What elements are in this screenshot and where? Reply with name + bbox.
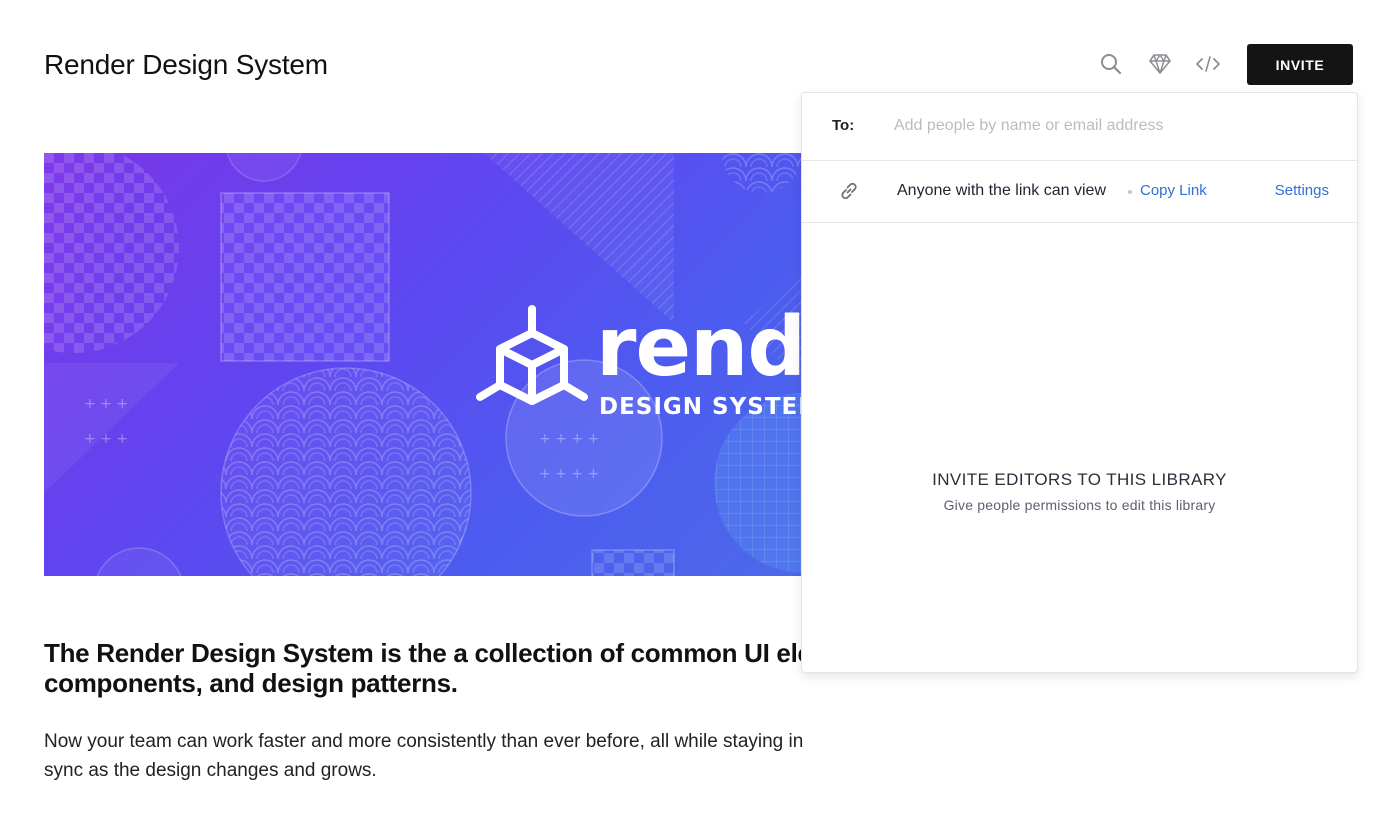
invite-panel: To: Anyone with the link can view Copy L… [801,92,1358,673]
link-row: Anyone with the link can view Copy Link … [802,160,1357,223]
to-label: To: [832,117,855,134]
hero-logo-word: render [596,300,801,395]
page-title: Render Design System [44,49,328,80]
invite-button[interactable]: INVITE [1247,44,1353,85]
svg-text:+ + +: + + + [84,431,128,447]
to-input[interactable] [894,112,1324,140]
intro-body-line: sync as the design changes and grows. [44,760,377,781]
page: Render Design System INVITE + + + + + + … [0,0,1400,828]
hero-logo-tagline: DESIGN SYSTEM [599,394,801,420]
sketch-diamond-icon[interactable] [1146,50,1174,78]
render-logo-icon [476,305,588,405]
empty-state-title: INVITE EDITORS TO THIS LIBRARY [932,470,1227,489]
copy-link-button[interactable]: Copy Link [1140,182,1207,199]
search-icon[interactable] [1097,50,1125,78]
svg-text:+ + +: + + + [84,396,128,412]
code-icon[interactable] [1194,50,1222,78]
hero-banner: + + + + + + + + + + + + + + rend DESIGN … [44,153,801,576]
intro-body-line: Now your team can work faster and more c… [44,731,804,752]
separator-dot [1128,190,1132,194]
to-row: To: [802,93,1357,161]
link-icon [838,180,860,202]
intro-headline: The Render Design System is the a collec… [44,638,801,698]
intro-body: Now your team can work faster and more c… [44,727,904,785]
intro-headline-line: The Render Design System is the a collec… [44,638,801,668]
link-permission-text: Anyone with the link can view [897,182,1106,199]
svg-text:+ + + +: + + + + [539,431,599,447]
svg-text:+ + + +: + + + + [539,466,599,482]
empty-state-subtitle: Give people permissions to edit this lib… [943,497,1216,513]
intro-headline-line: components, and design patterns. [44,668,458,698]
settings-link[interactable]: Settings [1275,182,1329,199]
